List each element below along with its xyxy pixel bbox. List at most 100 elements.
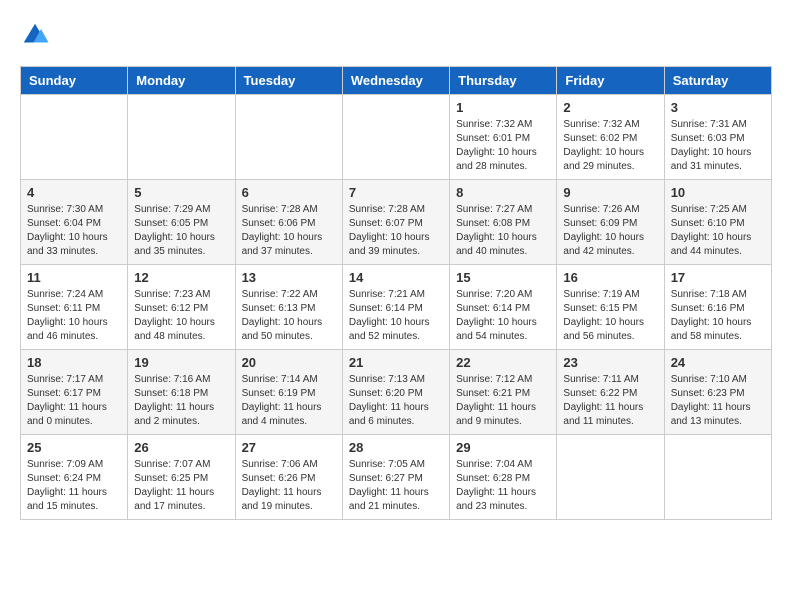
calendar-cell: 21Sunrise: 7:13 AM Sunset: 6:20 PM Dayli…: [342, 350, 449, 435]
calendar-cell: 12 Sunrise: 7:23 AM Sunset: 6:12 PM Dayli…: [128, 265, 235, 350]
calendar-cell: 19 Sunrise: 7:16 AM Sunset: 6:18 PM Dayli…: [128, 350, 235, 435]
week-row-3: 11 Sunrise: 7:24 AM Sunset: 6:11 PM Dayli…: [21, 265, 772, 350]
day-info: Sunrise: 7:21 AM Sunset: 6:14 PM Dayligh…: [349, 288, 443, 344]
day-info: Sunrise: 7:20 AM Sunset: 6:14 PM Dayligh…: [456, 288, 550, 344]
week-row-1: 1Sunrise: 7:32 AM Sunset: 6:01 PM Daylig…: [21, 95, 772, 180]
day-info: Sunrise: 7:18 AM Sunset: 6:16 PM Dayligh…: [671, 288, 765, 344]
calendar-cell: 20 Sunrise: 7:14 AM Sunset: 6:19 PM Dayli…: [235, 350, 342, 435]
day-info: Sunrise: 7:32 AM Sunset: 6:02 PM Dayligh…: [563, 118, 657, 174]
day-number: 29: [456, 440, 550, 455]
day-number: 20: [242, 355, 336, 370]
day-number: 14: [349, 270, 443, 285]
week-row-4: 18 Sunrise: 7:17 AM Sunset: 6:17 PM Dayli…: [21, 350, 772, 435]
col-header-sunday: Sunday: [21, 67, 128, 95]
page-header: [20, 20, 772, 50]
day-number: 24: [671, 355, 765, 370]
col-header-friday: Friday: [557, 67, 664, 95]
calendar-cell: 10 Sunrise: 7:25 AM Sunset: 6:10 PM Dayli…: [664, 180, 771, 265]
day-info: Sunrise: 7:22 AM Sunset: 6:13 PM Dayligh…: [242, 288, 336, 344]
day-number: 3: [671, 100, 765, 115]
day-number: 4: [27, 185, 121, 200]
day-info: Sunrise: 7:09 AM Sunset: 6:24 PM Dayligh…: [27, 458, 121, 514]
day-number: 13: [242, 270, 336, 285]
day-info: Sunrise: 7:23 AM Sunset: 6:12 PM Dayligh…: [134, 288, 228, 344]
calendar-cell: 29 Sunrise: 7:04 AM Sunset: 6:28 PM Dayli…: [450, 435, 557, 520]
calendar-cell: [128, 95, 235, 180]
day-number: 16: [563, 270, 657, 285]
day-number: 17: [671, 270, 765, 285]
day-info: Sunrise: 7:12 AM Sunset: 6:21 PM Dayligh…: [456, 373, 550, 429]
day-number: 27: [242, 440, 336, 455]
day-number: 19: [134, 355, 228, 370]
day-info: Sunrise: 7:14 AM Sunset: 6:19 PM Dayligh…: [242, 373, 336, 429]
day-number: 22: [456, 355, 550, 370]
calendar-cell: 18 Sunrise: 7:17 AM Sunset: 6:17 PM Dayli…: [21, 350, 128, 435]
day-info: Sunrise: 7:05 AM Sunset: 6:27 PM Dayligh…: [349, 458, 443, 514]
day-number: 23: [563, 355, 657, 370]
calendar-cell: 24 Sunrise: 7:10 AM Sunset: 6:23 PM Dayli…: [664, 350, 771, 435]
day-number: 15: [456, 270, 550, 285]
day-info: Sunrise: 7:27 AM Sunset: 6:08 PM Dayligh…: [456, 203, 550, 259]
calendar-cell: 14 Sunrise: 7:21 AM Sunset: 6:14 PM Dayli…: [342, 265, 449, 350]
week-row-2: 4 Sunrise: 7:30 AM Sunset: 6:04 PM Daylig…: [21, 180, 772, 265]
day-number: 5: [134, 185, 228, 200]
calendar-cell: 8 Sunrise: 7:27 AM Sunset: 6:08 PM Daylig…: [450, 180, 557, 265]
day-info: Sunrise: 7:28 AM Sunset: 6:06 PM Dayligh…: [242, 203, 336, 259]
day-info: Sunrise: 7:32 AM Sunset: 6:01 PM Dayligh…: [456, 118, 550, 174]
logo: [20, 20, 56, 50]
day-number: 10: [671, 185, 765, 200]
calendar-cell: 11 Sunrise: 7:24 AM Sunset: 6:11 PM Dayli…: [21, 265, 128, 350]
calendar-cell: 22 Sunrise: 7:12 AM Sunset: 6:21 PM Dayli…: [450, 350, 557, 435]
calendar-cell: 15 Sunrise: 7:20 AM Sunset: 6:14 PM Dayli…: [450, 265, 557, 350]
calendar-cell: 2 Sunrise: 7:32 AM Sunset: 6:02 PM Daylig…: [557, 95, 664, 180]
calendar-cell: 9 Sunrise: 7:26 AM Sunset: 6:09 PM Daylig…: [557, 180, 664, 265]
day-number: 11: [27, 270, 121, 285]
calendar-cell: 5 Sunrise: 7:29 AM Sunset: 6:05 PM Daylig…: [128, 180, 235, 265]
day-info: Sunrise: 7:17 AM Sunset: 6:17 PM Dayligh…: [27, 373, 121, 429]
day-number: 9: [563, 185, 657, 200]
calendar-cell: 3 Sunrise: 7:31 AM Sunset: 6:03 PM Daylig…: [664, 95, 771, 180]
day-number: 28: [349, 440, 443, 455]
day-info: Sunrise: 7:06 AM Sunset: 6:26 PM Dayligh…: [242, 458, 336, 514]
day-info: Sunrise: 7:11 AM Sunset: 6:22 PM Dayligh…: [563, 373, 657, 429]
col-header-saturday: Saturday: [664, 67, 771, 95]
day-info: Sunrise: 7:10 AM Sunset: 6:23 PM Dayligh…: [671, 373, 765, 429]
logo-icon: [20, 20, 50, 50]
day-info: Sunrise: 7:29 AM Sunset: 6:05 PM Dayligh…: [134, 203, 228, 259]
day-number: 6: [242, 185, 336, 200]
calendar-cell: 27 Sunrise: 7:06 AM Sunset: 6:26 PM Dayli…: [235, 435, 342, 520]
calendar-header-row: SundayMondayTuesdayWednesdayThursdayFrid…: [21, 67, 772, 95]
day-number: 7: [349, 185, 443, 200]
calendar-table: SundayMondayTuesdayWednesdayThursdayFrid…: [20, 66, 772, 520]
day-info: Sunrise: 7:26 AM Sunset: 6:09 PM Dayligh…: [563, 203, 657, 259]
calendar-cell: 25Sunrise: 7:09 AM Sunset: 6:24 PM Dayli…: [21, 435, 128, 520]
calendar-cell: 1Sunrise: 7:32 AM Sunset: 6:01 PM Daylig…: [450, 95, 557, 180]
day-number: 18: [27, 355, 121, 370]
day-info: Sunrise: 7:28 AM Sunset: 6:07 PM Dayligh…: [349, 203, 443, 259]
calendar-cell: 26 Sunrise: 7:07 AM Sunset: 6:25 PM Dayli…: [128, 435, 235, 520]
day-info: Sunrise: 7:07 AM Sunset: 6:25 PM Dayligh…: [134, 458, 228, 514]
day-info: Sunrise: 7:30 AM Sunset: 6:04 PM Dayligh…: [27, 203, 121, 259]
day-info: Sunrise: 7:04 AM Sunset: 6:28 PM Dayligh…: [456, 458, 550, 514]
day-number: 2: [563, 100, 657, 115]
day-info: Sunrise: 7:24 AM Sunset: 6:11 PM Dayligh…: [27, 288, 121, 344]
calendar-cell: 28 Sunrise: 7:05 AM Sunset: 6:27 PM Dayli…: [342, 435, 449, 520]
calendar-cell: [557, 435, 664, 520]
day-info: Sunrise: 7:31 AM Sunset: 6:03 PM Dayligh…: [671, 118, 765, 174]
day-number: 8: [456, 185, 550, 200]
calendar-cell: 4 Sunrise: 7:30 AM Sunset: 6:04 PM Daylig…: [21, 180, 128, 265]
day-info: Sunrise: 7:19 AM Sunset: 6:15 PM Dayligh…: [563, 288, 657, 344]
day-number: 26: [134, 440, 228, 455]
calendar-cell: 6 Sunrise: 7:28 AM Sunset: 6:06 PM Daylig…: [235, 180, 342, 265]
day-info: Sunrise: 7:16 AM Sunset: 6:18 PM Dayligh…: [134, 373, 228, 429]
calendar-cell: [664, 435, 771, 520]
col-header-tuesday: Tuesday: [235, 67, 342, 95]
day-info: Sunrise: 7:25 AM Sunset: 6:10 PM Dayligh…: [671, 203, 765, 259]
calendar-cell: [235, 95, 342, 180]
day-number: 12: [134, 270, 228, 285]
calendar-cell: [21, 95, 128, 180]
calendar-cell: 13 Sunrise: 7:22 AM Sunset: 6:13 PM Dayli…: [235, 265, 342, 350]
col-header-wednesday: Wednesday: [342, 67, 449, 95]
calendar-cell: 16 Sunrise: 7:19 AM Sunset: 6:15 PM Dayli…: [557, 265, 664, 350]
calendar-cell: 7 Sunrise: 7:28 AM Sunset: 6:07 PM Daylig…: [342, 180, 449, 265]
